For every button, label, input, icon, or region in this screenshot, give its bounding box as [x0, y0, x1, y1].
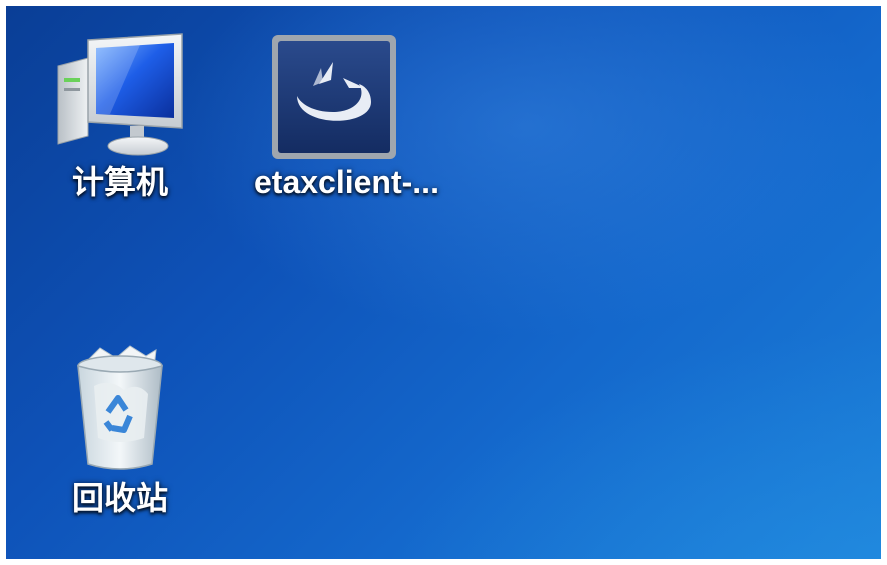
screenshot-frame: 计算机 etaxclient-... 回收站: [0, 0, 887, 565]
desktop-icon-label: etaxclient-...: [254, 164, 439, 200]
desktop-icon-etaxclient[interactable]: etaxclient-...: [254, 32, 439, 202]
etaxclient-app-icon: [272, 35, 396, 159]
desktop[interactable]: 计算机 etaxclient-... 回收站: [6, 6, 881, 559]
desktop-icon-label: 计算机: [71, 163, 168, 201]
recycle-bin-icon: [77, 345, 163, 470]
computer-icon: [57, 33, 183, 156]
desktop-icon-computer[interactable]: 计算机: [40, 32, 200, 202]
desktop-icon-label: 回收站: [71, 479, 168, 517]
desktop-icon-recycle-bin[interactable]: 回收站: [40, 342, 200, 518]
